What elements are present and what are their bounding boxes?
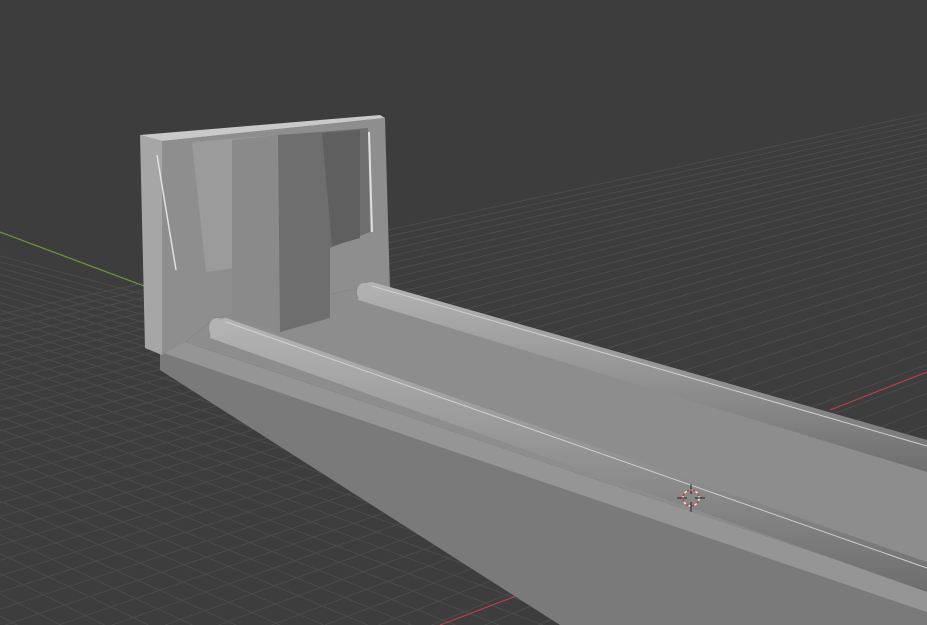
grid-line <box>0 117 927 323</box>
front-rail-end <box>209 318 225 338</box>
grid-line <box>0 517 237 625</box>
3d-viewport[interactable] <box>0 0 927 625</box>
x-axis-line <box>829 371 927 411</box>
grid-line <box>0 122 927 330</box>
viewport-canvas[interactable] <box>0 0 927 625</box>
recess-center-panel <box>232 135 280 332</box>
grid-line <box>0 469 368 625</box>
grid-line <box>0 572 105 625</box>
rear-rail-end <box>357 283 371 301</box>
grid-line <box>0 553 149 625</box>
grid-line <box>0 534 193 625</box>
grid-line <box>0 484 324 625</box>
